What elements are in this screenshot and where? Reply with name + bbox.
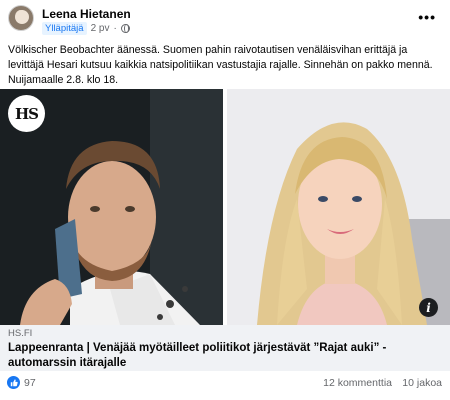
author-name[interactable]: Leena Hietanen [42, 7, 131, 21]
post-meta: Ylläpitäjä 2 pv · [42, 22, 130, 35]
link-title[interactable]: Lappeenranta | Venäjää myötäilleet polii… [8, 341, 442, 371]
thumbs-up-icon [10, 378, 18, 386]
like-reaction-icon[interactable] [7, 376, 20, 389]
photo-man-on-phone: HS [0, 89, 223, 325]
author-avatar[interactable] [8, 5, 34, 31]
woman-photo-illustration [227, 89, 450, 325]
link-preview-image[interactable]: HS i [0, 89, 450, 325]
post-text: Völkischer Beobachter äänessä. Suomen pa… [8, 44, 433, 86]
post-stats: 97 12 kommenttia 10 jakoa [0, 374, 450, 392]
role-badge: Ylläpitäjä [42, 22, 87, 35]
link-domain: HS.FI [8, 328, 33, 339]
share-count[interactable]: 10 jakoa [402, 377, 442, 389]
comment-count[interactable]: 12 kommenttia [323, 377, 392, 389]
globe-icon [120, 24, 130, 33]
post-time[interactable]: 2 pv [91, 23, 110, 34]
photo-woman: i [227, 89, 450, 325]
hs-logo: HS [8, 95, 45, 132]
info-icon[interactable]: i [419, 298, 438, 317]
post-header: Leena Hietanen Ylläpitäjä 2 pv · ••• [0, 0, 450, 38]
more-options-icon[interactable]: ••• [418, 10, 436, 24]
meta-separator: · [113, 23, 117, 34]
reaction-count[interactable]: 97 [24, 377, 36, 389]
link-preview-card[interactable]: HS.FI Lappeenranta | Venäjää myötäilleet… [0, 325, 450, 371]
